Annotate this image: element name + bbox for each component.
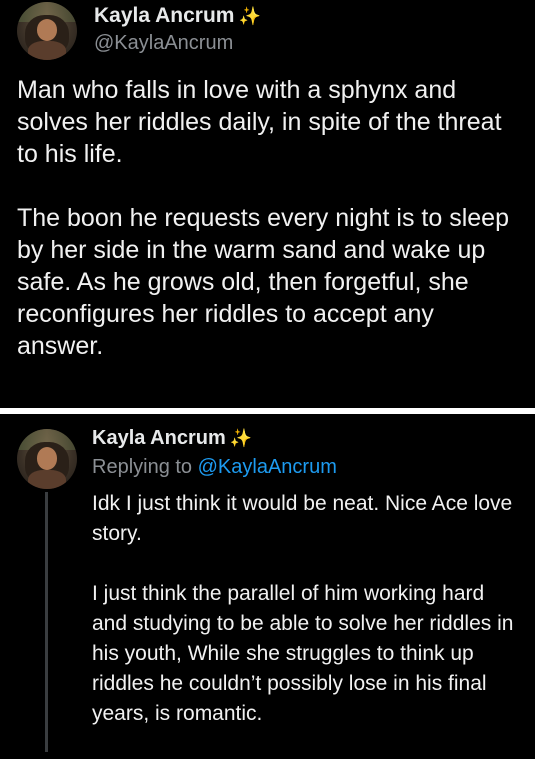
avatar[interactable] xyxy=(17,2,77,60)
display-name[interactable]: Kayla Ancrum ✨ xyxy=(92,427,252,450)
replying-to: Replying to @KaylaAncrum xyxy=(92,456,337,479)
display-name-text: Kayla Ancrum xyxy=(94,4,235,27)
tweet-text: Man who falls in love with a sphynx and … xyxy=(17,74,522,394)
sparkles-icon: ✨ xyxy=(238,6,261,26)
user-handle[interactable]: @KaylaAncrum xyxy=(94,32,233,55)
tweet-paragraph: Man who falls in love with a sphynx and … xyxy=(17,76,502,168)
tweet-original: Kayla Ancrum ✨ @KaylaAncrum Man who falls… xyxy=(0,0,535,408)
display-name-text: Kayla Ancrum xyxy=(92,427,226,449)
mention-link[interactable]: @KaylaAncrum xyxy=(198,456,337,478)
replying-to-label: Replying to xyxy=(92,456,193,478)
tweet-paragraph: Idk I just think it would be neat. Nice … xyxy=(92,492,513,545)
avatar-face xyxy=(36,447,58,470)
tweet-paragraph: The boon he requests every night is to s… xyxy=(17,204,509,360)
avatar[interactable] xyxy=(17,429,77,489)
tweet-reply: Kayla Ancrum ✨ Replying to @KaylaAncrum I… xyxy=(0,414,535,752)
display-name[interactable]: Kayla Ancrum ✨ xyxy=(94,4,261,28)
avatar-body xyxy=(27,469,67,489)
avatar-body xyxy=(27,41,67,60)
tweet-paragraph: I just think the parallel of him working… xyxy=(92,582,514,725)
sparkles-icon: ✨ xyxy=(229,428,253,448)
tweet-text: Idk I just think it would be neat. Nice … xyxy=(92,489,522,759)
thread-line xyxy=(45,492,48,752)
